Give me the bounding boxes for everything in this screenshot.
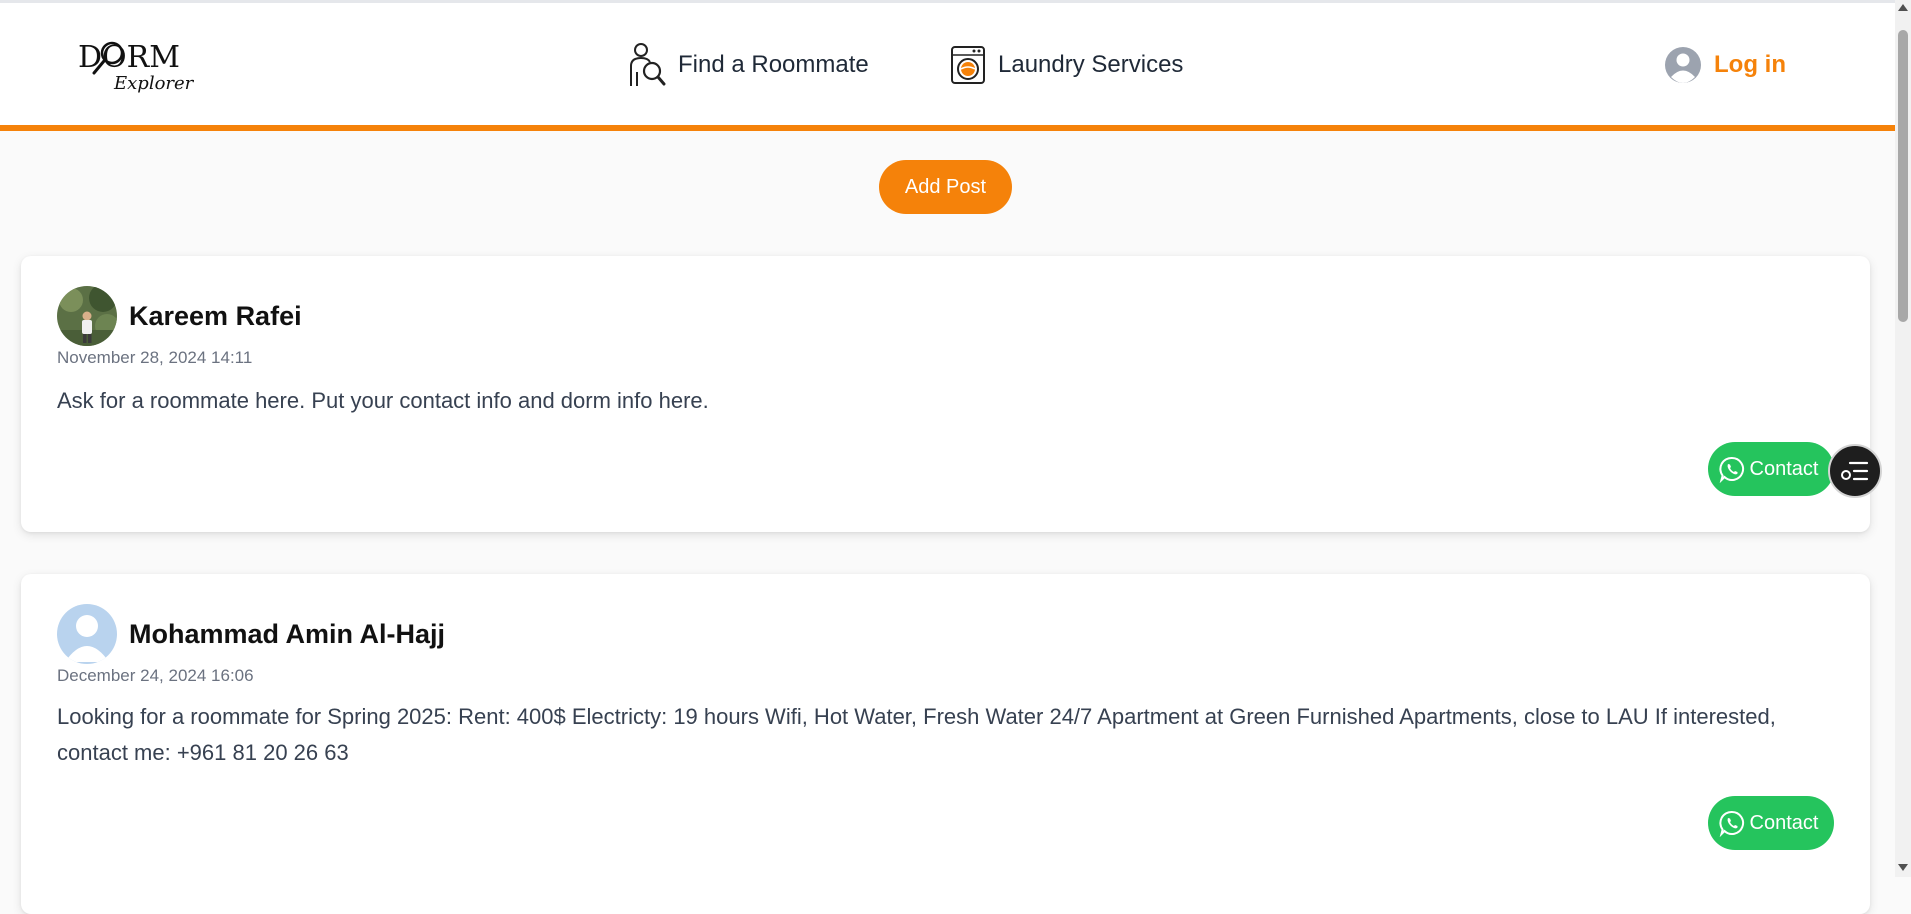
login-link[interactable]: Log in	[1664, 43, 1786, 87]
site-header: DORM Explorer Find a Roommate Laundry Se…	[0, 3, 1895, 131]
contact-label: Contact	[1749, 457, 1819, 480]
post-body: Ask for a roommate here. Put your contac…	[57, 388, 709, 413]
user-avatar-icon	[1665, 47, 1701, 83]
filter-menu-button[interactable]	[1828, 444, 1882, 498]
nav-find-roommate[interactable]: Find a Roommate	[628, 41, 869, 89]
dorm-explorer-logo[interactable]: DORM Explorer	[74, 33, 195, 95]
add-post-button[interactable]: Add Post	[879, 160, 1012, 214]
svg-text:DORM: DORM	[78, 40, 180, 75]
contact-label: Contact	[1749, 811, 1819, 834]
filter-list-icon	[1841, 461, 1869, 481]
nav-find-roommate-label: Find a Roommate	[678, 51, 869, 78]
post-date: December 24, 2024 16:06	[57, 666, 254, 685]
scroll-up-arrow[interactable]	[1898, 4, 1908, 11]
post-author[interactable]: Mohammad Amin Al-Hajj	[129, 619, 445, 650]
author-photo	[57, 286, 117, 346]
default-user-icon	[57, 604, 117, 664]
whatsapp-icon	[1718, 456, 1744, 483]
avatar[interactable]	[57, 604, 117, 664]
login-label: Log in	[1714, 51, 1786, 78]
post-card: Mohammad Amin Al-Hajj December 24, 2024 …	[21, 574, 1870, 914]
scroll-down-arrow[interactable]	[1898, 864, 1908, 871]
post-date: November 28, 2024 14:11	[57, 348, 253, 367]
nav-laundry-label: Laundry Services	[998, 51, 1184, 78]
post-card: Kareem Rafei November 28, 2024 14:11 Ask…	[21, 256, 1870, 532]
contact-whatsapp-button[interactable]: Contact	[1708, 796, 1834, 850]
nav-laundry-services[interactable]: Laundry Services	[950, 41, 1183, 89]
avatar[interactable]	[57, 286, 117, 346]
post-body: Looking for a roommate for Spring 2025: …	[57, 704, 1776, 765]
post-author[interactable]: Kareem Rafei	[129, 301, 302, 332]
washing-machine-icon	[951, 46, 985, 84]
whatsapp-icon	[1718, 810, 1744, 837]
roommate-search-icon	[630, 43, 666, 86]
vertical-scrollbar[interactable]	[1895, 0, 1911, 877]
contact-whatsapp-button[interactable]: Contact	[1708, 442, 1834, 496]
svg-text:Explorer: Explorer	[113, 73, 194, 94]
scrollbar-thumb[interactable]	[1898, 30, 1908, 322]
logo-graphic: DORM Explorer	[78, 40, 195, 94]
